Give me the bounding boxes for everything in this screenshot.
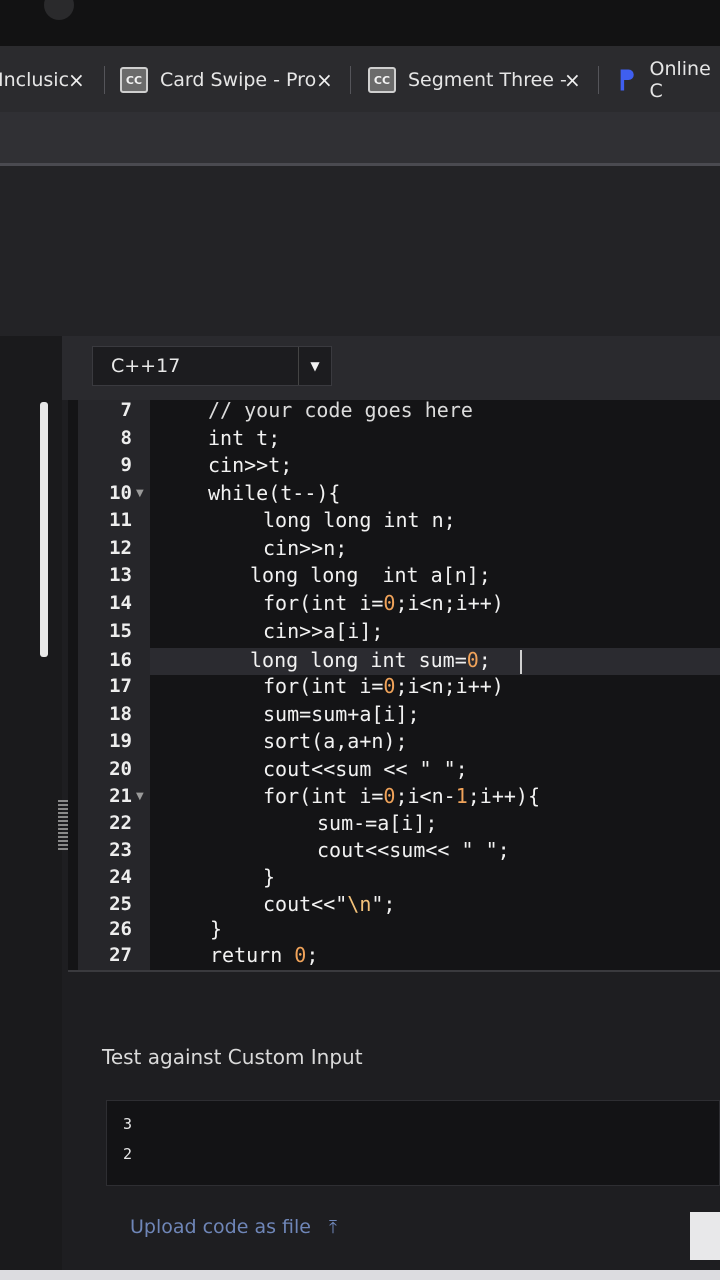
close-icon[interactable]: ×: [564, 68, 581, 92]
code-line: // your code goes here: [208, 398, 473, 422]
upload-icon: ⤒: [329, 1216, 337, 1238]
code-line: long long int sum=0;: [250, 648, 491, 672]
code-line: cout<<sum << " ";: [263, 757, 468, 781]
cc-icon: CC: [120, 67, 148, 93]
tab-card-swipe[interactable]: CC Card Swipe - Pro ×: [120, 62, 333, 98]
code-line: sort(a,a+n);: [263, 729, 408, 753]
upload-code-link[interactable]: Upload code as file ⤒: [130, 1216, 337, 1238]
code-line: }: [210, 917, 223, 941]
line-number: 24: [109, 866, 132, 888]
line-number: 13: [109, 564, 132, 586]
code-line: long long int n;: [263, 508, 456, 532]
line-number: 16: [109, 649, 132, 671]
tab-title: Inclusic: [0, 69, 70, 91]
line-number: 26: [109, 918, 132, 940]
screen-bottom-edge: [0, 1270, 720, 1280]
language-select[interactable]: C++17 ▼: [92, 346, 332, 386]
code-line: }: [263, 865, 276, 889]
code-line: int t;: [208, 426, 281, 450]
tab-separator: [104, 66, 105, 94]
line-number: 27: [109, 944, 132, 966]
code-line: while(t--){: [208, 481, 341, 505]
custom-input-line: 3: [123, 1115, 133, 1133]
tab-separator: [598, 66, 599, 94]
text-cursor: [520, 650, 522, 674]
code-line: cin>>a[i];: [263, 619, 384, 643]
line-number: 19: [109, 730, 132, 752]
chevron-down-icon[interactable]: ▼: [298, 347, 331, 385]
line-number: 18: [109, 703, 132, 725]
cc-icon: CC: [368, 67, 396, 93]
close-icon[interactable]: ×: [316, 68, 333, 92]
resize-handle[interactable]: [58, 800, 68, 850]
code-line: cout<<"\n";: [263, 892, 396, 916]
code-line: for(int i=0;i<n-1;i++){: [263, 784, 540, 808]
fold-icon[interactable]: ▼: [136, 783, 144, 810]
line-number: 15: [109, 620, 132, 642]
code-line: long long int a[n];: [250, 563, 491, 587]
line-number: 22: [109, 812, 132, 834]
camera-icon: [44, 0, 74, 20]
custom-input-field[interactable]: 3 2: [106, 1100, 720, 1186]
window-top-bar: [0, 0, 720, 46]
code-line: cout<<sum<< " ";: [317, 838, 510, 862]
language-select-value: C++17: [111, 355, 181, 377]
line-number: 25: [109, 893, 132, 915]
tab-segment-three[interactable]: CC Segment Three - ×: [368, 62, 581, 98]
line-number: 10: [109, 482, 132, 504]
custom-input-label: Test against Custom Input: [102, 1045, 363, 1069]
tab-title: Online C: [649, 58, 711, 102]
line-number: 17: [109, 675, 132, 697]
tab-title: Card Swipe - Pro: [160, 69, 317, 91]
tab-separator: [350, 66, 351, 94]
code-line: for(int i=0;i<n;i++): [263, 591, 504, 615]
left-panel: [0, 336, 62, 1280]
custom-input-line: 2: [123, 1145, 133, 1163]
line-number: 8: [120, 427, 132, 449]
code-line: cin>>n;: [263, 536, 348, 560]
address-bar-area: [0, 112, 720, 164]
line-number: 23: [109, 839, 132, 861]
code-line: return 0;: [210, 943, 319, 967]
code-line: sum-=a[i];: [317, 811, 438, 835]
tab-online[interactable]: Online C: [618, 58, 720, 102]
line-number: 21: [109, 785, 132, 807]
line-number: 9: [120, 454, 132, 476]
p-logo-icon: [620, 69, 634, 91]
divider: [68, 970, 720, 972]
line-number: 7: [120, 399, 132, 421]
run-button[interactable]: [690, 1212, 720, 1260]
tab-inclusive[interactable]: Inclusic ×: [0, 62, 85, 98]
tab-title: Segment Three -: [408, 69, 567, 91]
upload-label: Upload code as file: [130, 1216, 311, 1238]
scrollbar-thumb[interactable]: [40, 402, 48, 657]
line-number: 11: [109, 509, 132, 531]
code-line: for(int i=0;i<n;i++): [263, 674, 504, 698]
tab-bar: [0, 46, 720, 112]
line-number: 20: [109, 758, 132, 780]
line-number: 12: [109, 537, 132, 559]
code-line: cin>>t;: [208, 453, 293, 477]
page-header-area: [0, 166, 720, 336]
code-line: sum=sum+a[i];: [263, 702, 420, 726]
fold-icon[interactable]: ▼: [136, 480, 144, 507]
line-number: 14: [109, 592, 132, 614]
close-icon[interactable]: ×: [68, 68, 85, 92]
